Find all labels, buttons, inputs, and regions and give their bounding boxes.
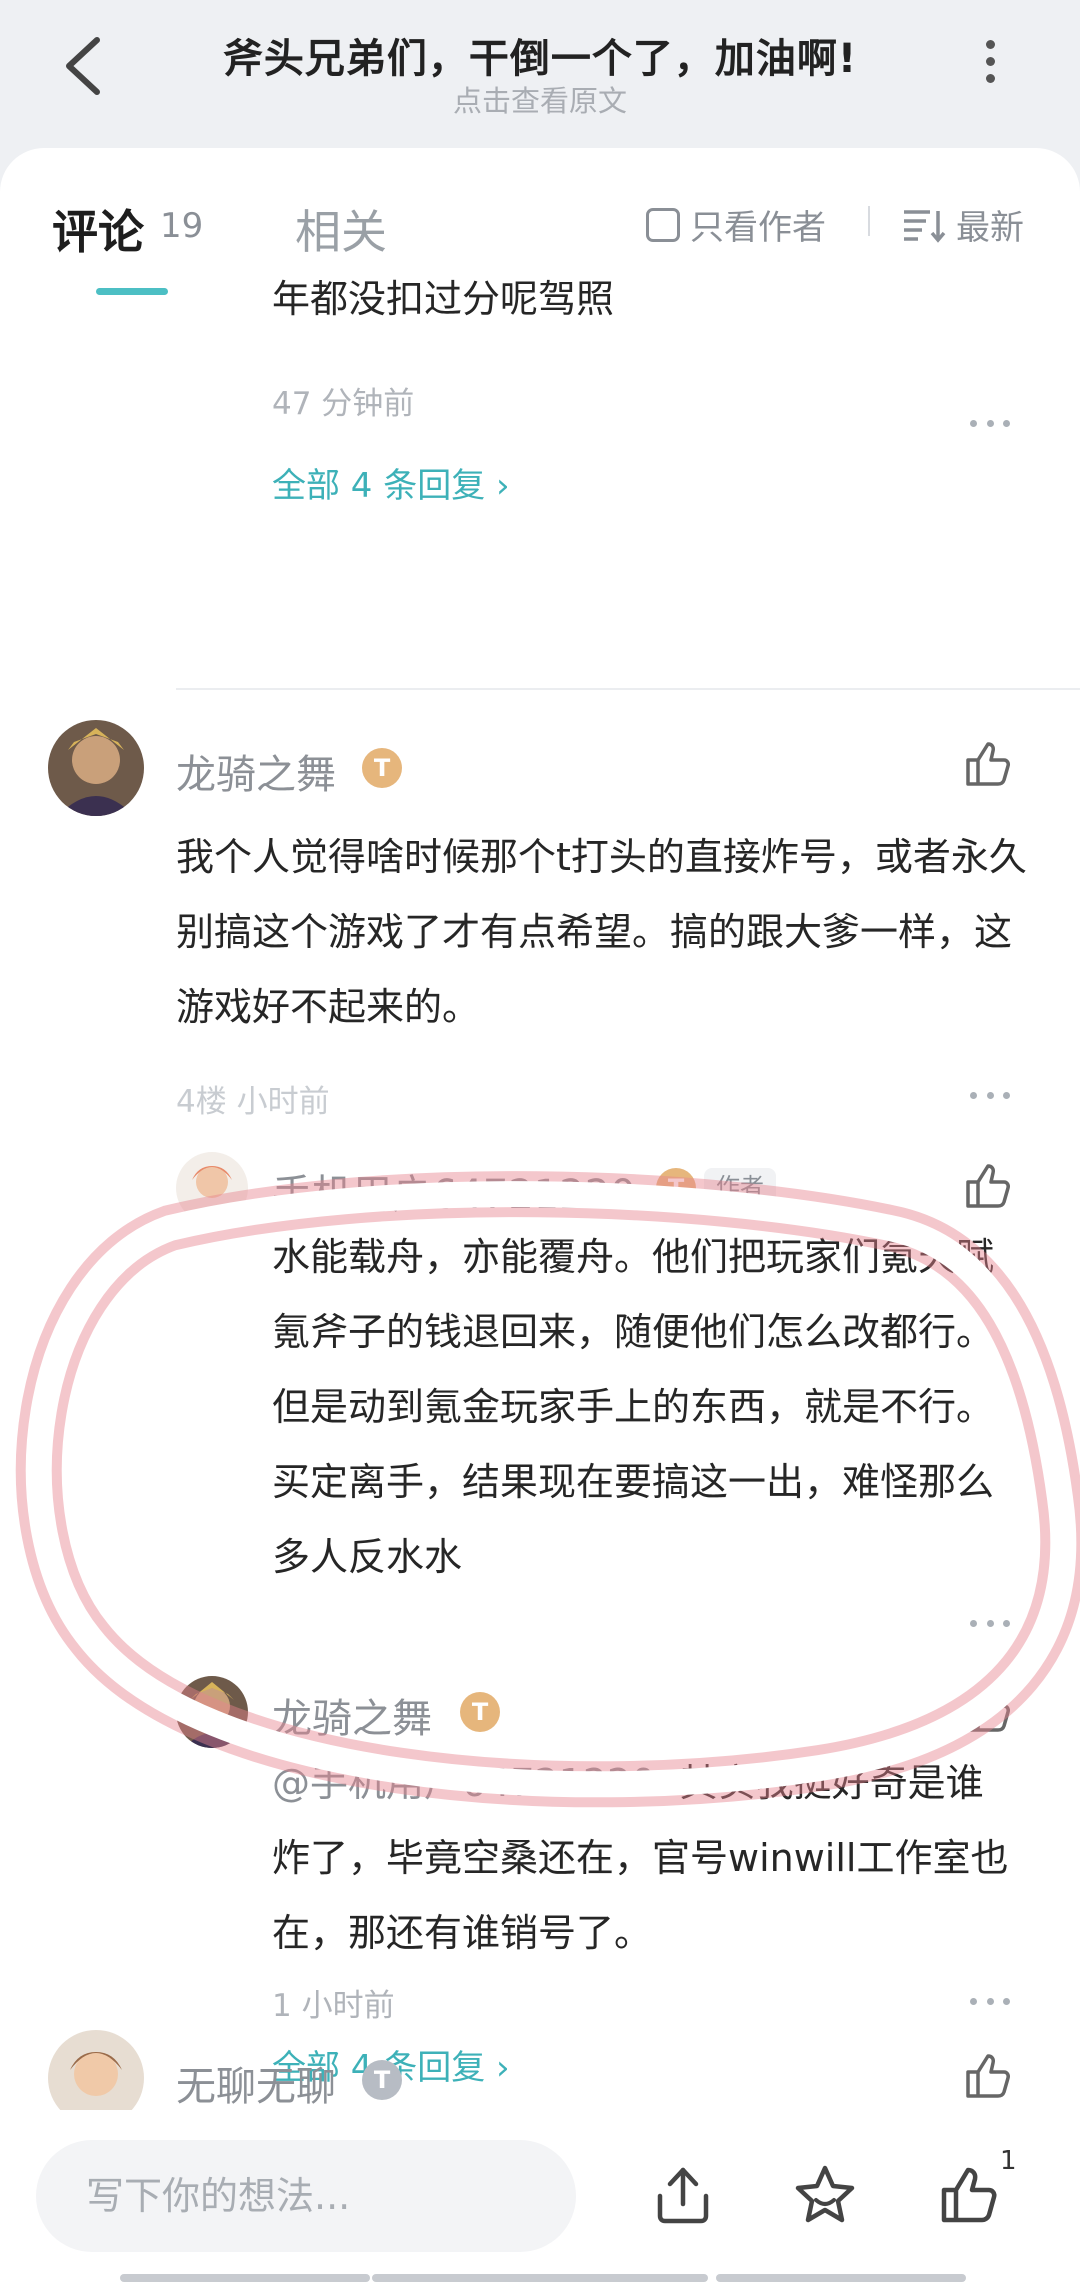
- bottom-bar: 写下你的想法... 1: [0, 2110, 1080, 2284]
- username[interactable]: 龙骑之舞: [272, 1686, 432, 1744]
- comment-text: 年都没扣过分呢驾照: [272, 277, 615, 321]
- comments-panel: 评论 19 相关 只看作者 最新 年都没扣过分呢驾照 47 分钟前 全部 4 条…: [0, 148, 1080, 2110]
- like-icon[interactable]: [962, 1684, 1014, 1736]
- comment-input[interactable]: 写下你的想法...: [36, 2140, 576, 2252]
- comment-time: 47 分钟前: [272, 386, 415, 422]
- thumb-up-icon[interactable]: [936, 2162, 1002, 2228]
- like-icon[interactable]: [962, 738, 1014, 790]
- all-replies-link[interactable]: 全部 4 条回复 ›: [272, 458, 510, 507]
- comment-count: 19: [160, 206, 204, 246]
- sort-label: 最新: [956, 208, 1024, 248]
- more-icon[interactable]: [970, 1088, 1010, 1102]
- more-icon[interactable]: [970, 1994, 1010, 2008]
- mention-link[interactable]: @手机用户64721220: [272, 1761, 655, 1805]
- level-badge: T: [362, 748, 402, 788]
- avatar[interactable]: [48, 720, 144, 816]
- view-original-link[interactable]: 点击查看原文: [130, 78, 950, 120]
- level-badge: T: [362, 2060, 402, 2100]
- reply-text: 水能载舟，亦能覆舟。他们把玩家们氪天赋氪斧子的钱退回来，随便他们怎么改都行。但是…: [272, 1235, 995, 1579]
- share-icon[interactable]: [650, 2162, 716, 2228]
- like-icon[interactable]: [962, 2050, 1014, 2102]
- divider: [176, 688, 1080, 690]
- back-icon[interactable]: [55, 30, 115, 100]
- nav-indicator: [120, 2274, 370, 2282]
- author-only-label: 只看作者: [690, 208, 826, 248]
- star-icon[interactable]: [792, 2162, 858, 2228]
- like-icon[interactable]: [962, 1160, 1014, 1212]
- comment-list: 年都没扣过分呢驾照 47 分钟前 全部 4 条回复 › 龙骑之舞 T 我个人觉得…: [0, 277, 1080, 2110]
- tab-indicator: [96, 288, 168, 295]
- username[interactable]: 手机用户64721220: [272, 1162, 636, 1220]
- more-icon[interactable]: [970, 416, 1010, 430]
- checkbox-icon[interactable]: [646, 207, 680, 242]
- level-badge: T: [656, 1168, 696, 1208]
- comment-time: 4楼 小时前: [176, 1084, 330, 1120]
- page-title: 斧头兄弟们，干倒一个了，加油啊!: [222, 36, 858, 82]
- username[interactable]: 无聊无聊: [176, 2054, 336, 2112]
- author-only-toggle[interactable]: 只看作者: [646, 200, 826, 249]
- level-badge: T: [460, 1692, 500, 1732]
- nav-indicator: [372, 2274, 708, 2282]
- nav-indicator: [716, 2274, 966, 2282]
- avatar[interactable]: [176, 1676, 248, 1748]
- username[interactable]: 龙骑之舞: [176, 742, 336, 800]
- top-bar: 斧头兄弟们，干倒一个了，加油啊! 点击查看原文: [0, 0, 1080, 150]
- comment-text: 我个人觉得啥时候那个t打头的直接炸号，或者永久别搞这个游戏了才有点希望。搞的跟大…: [176, 835, 1027, 1029]
- divider: [868, 206, 870, 236]
- author-tag: 作者: [704, 1168, 776, 1206]
- more-icon[interactable]: [970, 40, 1010, 90]
- reply-time: 1 小时前: [272, 1988, 395, 2024]
- tab-related[interactable]: 相关: [295, 196, 387, 262]
- sort-button[interactable]: 最新: [902, 200, 1024, 249]
- sort-icon: [904, 209, 946, 243]
- avatar[interactable]: [176, 1152, 248, 1224]
- reply-text: @手机用户64721220 其实我挺好奇是谁炸了，毕竟空桑还在，官号winwil…: [272, 1746, 1012, 1971]
- tab-comments[interactable]: 评论: [52, 196, 144, 262]
- more-icon[interactable]: [970, 1616, 1010, 1630]
- like-count: 1: [1000, 2146, 1017, 2176]
